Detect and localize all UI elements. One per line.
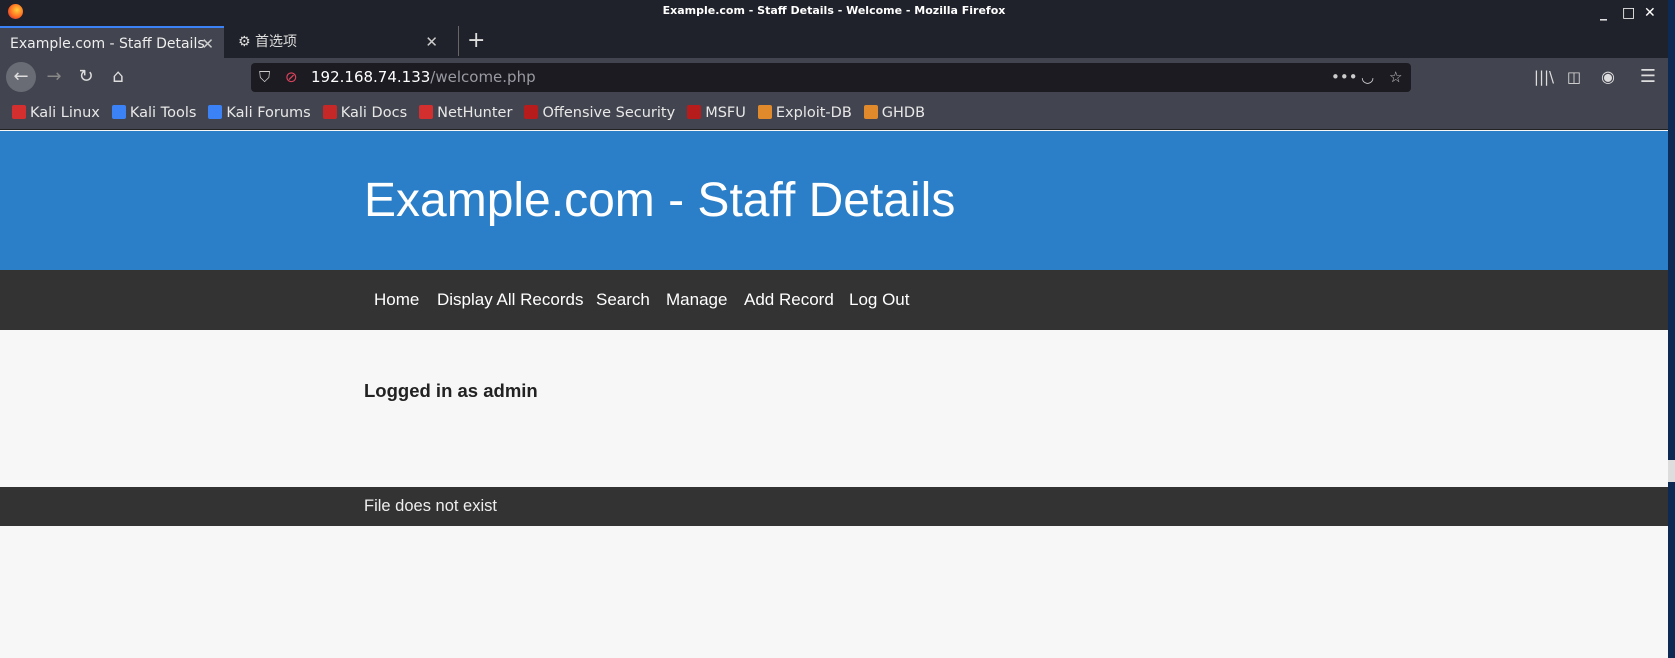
window-title: Example.com - Staff Details - Welcome - … <box>662 4 1006 17</box>
site-nav: Home Display All Records Search Manage A… <box>0 270 1668 330</box>
bookmark-item[interactable]: MSFU <box>687 97 746 129</box>
bookmark-item[interactable]: NetHunter <box>419 97 512 129</box>
bookmark-item[interactable]: Exploit-DB <box>757 97 852 129</box>
bookmark-label: Kali Docs <box>340 105 408 121</box>
bookmark-label: GHDB <box>881 105 926 121</box>
library-icon[interactable]: |||\ <box>1530 63 1558 91</box>
nav-home[interactable]: Home <box>374 270 419 330</box>
browser-window: Example.com - Staff Details - Welcome - … <box>0 0 1668 658</box>
bookmark-icon <box>322 105 337 119</box>
url-path: /welcome.php <box>430 68 536 86</box>
page-title: Example.com - Staff Details <box>364 174 956 227</box>
new-tab-button[interactable]: + <box>458 26 485 56</box>
pocket-icon[interactable]: ◡ <box>1361 63 1374 92</box>
close-tab-icon[interactable]: ✕ <box>201 28 214 60</box>
tab-preferences[interactable]: ⚙ 首选项 ✕ <box>228 26 448 58</box>
bookmark-label: Kali Tools <box>129 105 197 121</box>
bookmark-label: Offensive Security <box>542 105 676 121</box>
tab-staff-details[interactable]: Example.com - Staff Details ✕ <box>0 26 224 58</box>
back-button[interactable]: ← <box>6 62 36 92</box>
account-icon[interactable]: ◉ <box>1594 63 1622 91</box>
bookmark-label: MSFU <box>705 105 746 121</box>
nav-add-record[interactable]: Add Record <box>744 270 834 330</box>
bookmark-label: Kali Linux <box>30 105 100 121</box>
shield-icon[interactable]: ⛉ <box>259 63 270 92</box>
tab-strip: Example.com - Staff Details ✕ ⚙ 首选项 ✕ + <box>0 26 1668 58</box>
bookmark-item[interactable]: Kali Linux <box>12 97 100 129</box>
tab-label: Example.com - Staff Details <box>10 36 205 52</box>
bookmark-icon <box>12 105 26 119</box>
bookmark-icon <box>208 105 223 119</box>
close-tab-icon[interactable]: ✕ <box>425 26 438 58</box>
bookmark-icon <box>757 105 772 119</box>
navigation-toolbar: ← → ↻ ⌂ ⛉ ⊘ 192.168.74.133/welcome.php •… <box>0 58 1668 97</box>
menu-icon[interactable]: ☰ <box>1634 63 1662 91</box>
bookmark-icon <box>419 105 434 119</box>
close-window-icon[interactable]: ✕ <box>1644 2 1656 24</box>
forward-button[interactable]: → <box>40 63 68 91</box>
bookmark-star-icon[interactable]: ☆ <box>1389 63 1402 92</box>
bookmarks-toolbar: Kali Linux Kali Tools Kali Forums Kali Docs… <box>0 97 1668 130</box>
minimize-icon[interactable]: _ <box>1600 2 1607 24</box>
bookmark-label: NetHunter <box>437 105 513 121</box>
site-footer: File does not exist <box>0 487 1668 526</box>
bookmark-label: Kali Forums <box>226 105 311 121</box>
gear-icon: ⚙ <box>238 34 251 50</box>
more-actions-icon[interactable]: ••• <box>1331 63 1358 92</box>
footer-text: File does not exist <box>364 497 497 515</box>
bookmark-item[interactable]: Offensive Security <box>524 97 675 129</box>
nav-log-out[interactable]: Log Out <box>849 270 910 330</box>
maximize-icon[interactable]: □ <box>1622 2 1635 24</box>
nav-search[interactable]: Search <box>596 270 650 330</box>
bookmark-item[interactable]: Kali Tools <box>111 97 197 129</box>
bookmark-item[interactable]: GHDB <box>863 97 926 129</box>
url-host: 192.168.74.133 <box>311 68 431 86</box>
firefox-logo-icon <box>8 4 23 19</box>
bookmark-icon <box>687 105 702 119</box>
sidebar-icon[interactable]: ◫ <box>1560 63 1588 91</box>
nav-display-all-records[interactable]: Display All Records <box>437 270 583 330</box>
site-header: Example.com - Staff Details <box>0 131 1668 270</box>
nav-manage[interactable]: Manage <box>666 270 727 330</box>
reload-button[interactable]: ↻ <box>72 63 100 91</box>
home-button[interactable]: ⌂ <box>104 63 132 91</box>
url-bar[interactable]: ⛉ ⊘ 192.168.74.133/welcome.php ••• ◡ ☆ <box>251 63 1411 92</box>
title-bar: Example.com - Staff Details - Welcome - … <box>0 0 1668 26</box>
bookmark-icon <box>524 105 539 119</box>
login-status: Logged in as admin <box>364 380 538 401</box>
bookmark-label: Exploit-DB <box>775 105 852 121</box>
bookmark-item[interactable]: Kali Docs <box>322 97 408 129</box>
bookmark-icon <box>863 105 878 119</box>
insecure-lock-icon[interactable]: ⊘ <box>285 63 298 92</box>
bookmark-item[interactable]: Kali Forums <box>208 97 311 129</box>
scrollbar[interactable] <box>1668 460 1675 482</box>
bookmark-icon <box>111 105 126 119</box>
tab-label: 首选项 <box>255 34 298 50</box>
